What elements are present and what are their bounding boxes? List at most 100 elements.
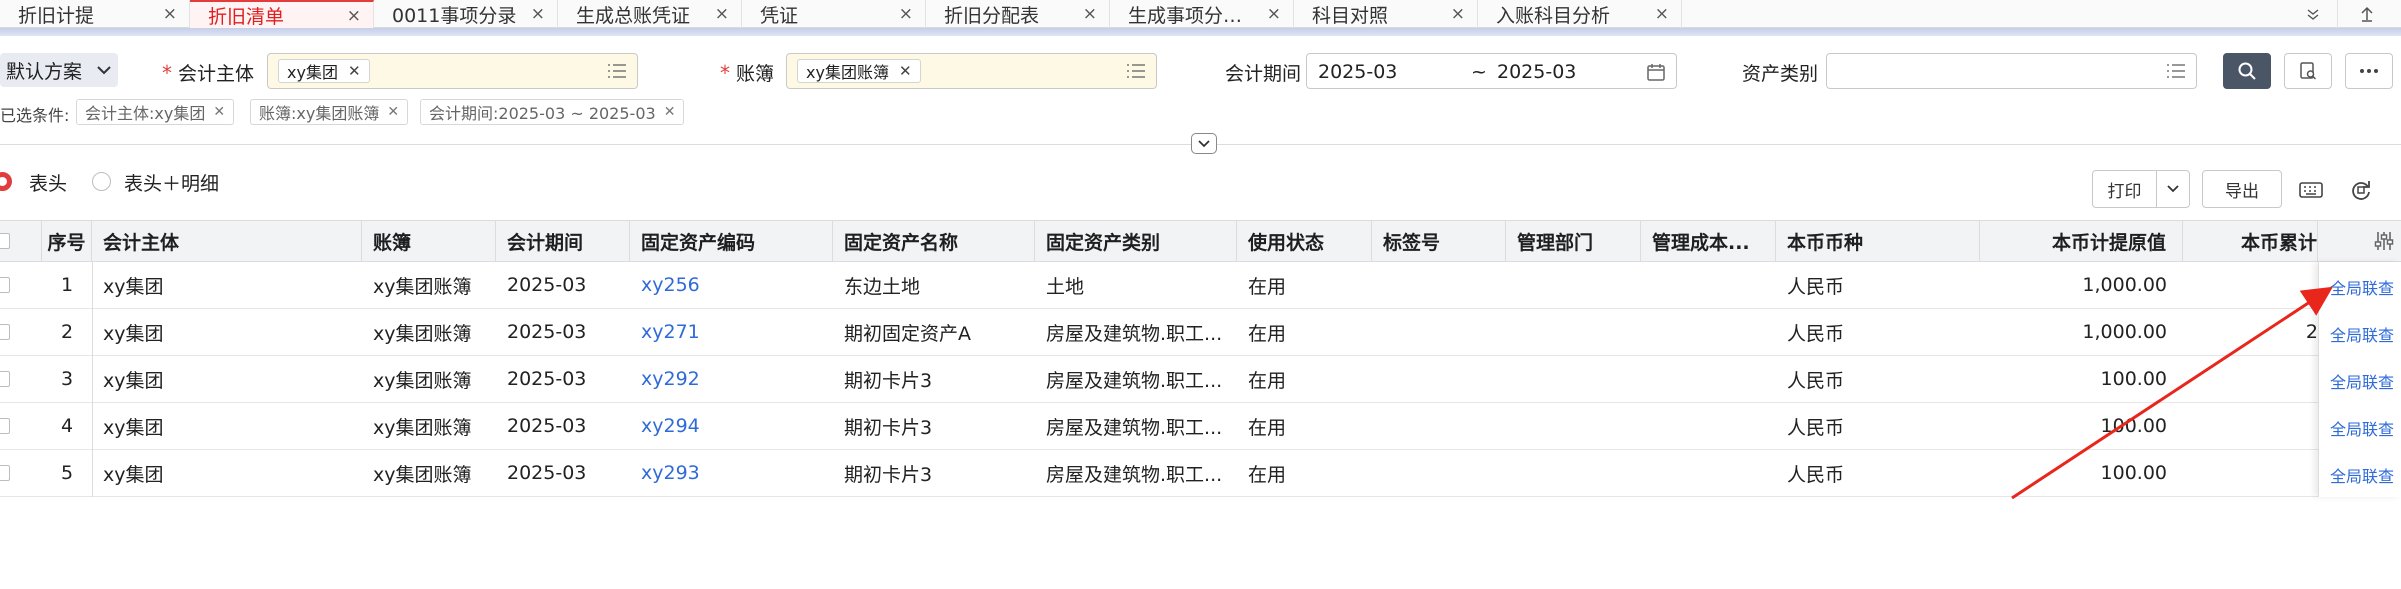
column-header[interactable]: 会计主体 (92, 221, 362, 261)
collapse-up-icon[interactable] (2356, 3, 2378, 25)
entity-chip-text: xy集团 (287, 63, 338, 82)
entity-chip: xy集团 ✕ (278, 59, 370, 83)
close-icon[interactable]: × (1451, 5, 1465, 23)
column-header[interactable]: 会计期间 (496, 221, 630, 261)
table-row[interactable]: 4 xy集团 xy集团账簿 2025-03 xy294 期初卡片3 房屋及建筑物… (0, 403, 2401, 450)
cell-asset-name: 东边土地 (844, 275, 921, 298)
asset-code-link[interactable]: xy294 (630, 403, 833, 449)
tab-generate-ledger-voucher[interactable]: 生成总账凭证 × (558, 0, 742, 28)
column-header[interactable]: 标签号 (1372, 221, 1506, 261)
export-button[interactable]: 导出 (2202, 170, 2282, 208)
global-query-link[interactable]: 全局联查 (2330, 369, 2394, 393)
asset-code-link[interactable]: xy292 (630, 356, 833, 402)
print-button[interactable]: 打印 (2093, 171, 2157, 207)
tab-account-mapping[interactable]: 科目对照 × (1294, 0, 1478, 28)
table-row[interactable]: 1 xy集团 xy集团账簿 2025-03 xy256 东边土地 土地 在用 人… (0, 262, 2401, 309)
period-separator: ~ (1471, 61, 1487, 83)
global-query-link[interactable]: 全局联查 (2330, 416, 2394, 440)
global-query-link[interactable]: 全局联查 (2330, 322, 2394, 346)
row-checkbox[interactable] (0, 277, 10, 293)
keyboard-icon[interactable] (2298, 177, 2324, 203)
remove-condition-icon[interactable]: ✕ (664, 104, 676, 120)
table-row[interactable]: 5 xy集团 xy集团账簿 2025-03 xy293 期初卡片3 房屋及建筑物… (0, 450, 2401, 497)
close-icon[interactable]: × (163, 5, 177, 23)
global-query-link[interactable]: 全局联查 (2330, 463, 2394, 487)
list-icon[interactable] (2166, 63, 2186, 79)
column-header[interactable]: 账簿 (362, 221, 496, 261)
period-from[interactable]: 2025-03 (1318, 61, 1397, 83)
remove-chip-icon[interactable]: ✕ (899, 62, 912, 80)
global-query-link[interactable]: 全局联查 (2330, 275, 2394, 299)
cell-book: xy集团账簿 (373, 369, 472, 392)
tab-depreciation-list[interactable]: 折旧清单 × (190, 0, 374, 28)
row-checkbox[interactable] (0, 324, 10, 340)
more-button[interactable] (2345, 53, 2393, 89)
close-icon[interactable]: × (899, 5, 913, 23)
print-dropdown[interactable] (2157, 171, 2189, 207)
cell-asset-category: 房屋及建筑物.职工... (1046, 322, 1223, 345)
list-icon[interactable] (1126, 63, 1146, 79)
tab-depreciation-accrual[interactable]: 折旧计提 × (0, 0, 190, 28)
tab-label: 折旧计提 (18, 4, 95, 27)
period-to[interactable]: 2025-03 (1497, 61, 1576, 83)
scheme-dropdown[interactable]: 默认方案 (0, 53, 118, 87)
tab-overflow-chevron-icon[interactable] (2302, 3, 2324, 25)
book-field[interactable]: xy集团账簿 ✕ (786, 53, 1157, 89)
cell-seq: 1 (60, 274, 74, 296)
tab-0011-entries[interactable]: 0011事项分录 × (374, 0, 558, 28)
collapse-filters-button[interactable] (1191, 133, 1217, 154)
select-all-checkbox[interactable] (0, 233, 10, 249)
list-icon[interactable] (607, 63, 627, 79)
cell-seq: 3 (60, 368, 74, 390)
period-range-field[interactable]: 2025-03 ~ 2025-03 (1306, 53, 1677, 89)
refresh-icon[interactable] (2348, 177, 2374, 203)
radio-header[interactable] (0, 172, 12, 191)
cell-seq: 5 (60, 462, 74, 484)
close-icon[interactable]: × (531, 5, 545, 23)
column-header[interactable]: 本币计提原值 (1980, 221, 2183, 261)
radio-header-detail[interactable] (92, 172, 111, 191)
search-button[interactable] (2223, 53, 2271, 89)
asset-code-link[interactable]: xy293 (630, 450, 833, 496)
column-header[interactable]: 固定资产类别 (1035, 221, 1237, 261)
column-header[interactable]: 固定资产名称 (833, 221, 1035, 261)
row-checkbox[interactable] (0, 371, 10, 387)
cell-currency: 人民币 (1787, 463, 1845, 486)
table-row[interactable]: 3 xy集团 xy集团账簿 2025-03 xy292 期初卡片3 房屋及建筑物… (0, 356, 2401, 403)
table-row[interactable]: 2 xy集团 xy集团账簿 2025-03 xy271 期初固定资产A 房屋及建… (0, 309, 2401, 356)
row-checkbox[interactable] (0, 465, 10, 481)
asset-code-link[interactable]: xy271 (630, 309, 833, 355)
cell-asset-category: 房屋及建筑物.职工... (1046, 416, 1223, 439)
column-header[interactable]: 使用状态 (1237, 221, 1372, 261)
column-header[interactable]: 本币累计 (2183, 221, 2318, 261)
column-settings-icon[interactable] (2372, 229, 2396, 253)
cell-asset-name: 期初卡片3 (844, 369, 933, 392)
close-icon[interactable]: × (1655, 5, 1669, 23)
close-icon[interactable]: × (347, 7, 361, 25)
remove-condition-icon[interactable]: ✕ (213, 104, 225, 120)
tab-account-analysis[interactable]: 入账科目分析 × (1478, 0, 1682, 28)
cell-book: xy集团账簿 (373, 463, 472, 486)
row-checkbox[interactable] (0, 418, 10, 434)
column-header[interactable]: 序号 (42, 221, 92, 261)
remove-chip-icon[interactable]: ✕ (348, 62, 361, 80)
close-icon[interactable]: × (1267, 5, 1281, 23)
asset-type-field[interactable] (1826, 53, 2197, 89)
cell-asset-category: 房屋及建筑物.职工... (1046, 369, 1223, 392)
search-settings-button[interactable] (2284, 53, 2332, 89)
asset-code-link[interactable]: xy256 (630, 262, 833, 308)
column-header[interactable]: 固定资产编码 (630, 221, 833, 261)
entity-field[interactable]: xy集团 ✕ (267, 53, 638, 89)
calendar-icon[interactable] (1646, 62, 1666, 82)
column-header[interactable]: 管理部门 (1506, 221, 1641, 261)
tab-voucher[interactable]: 凭证 × (742, 0, 926, 28)
remove-condition-icon[interactable]: ✕ (387, 104, 399, 120)
column-header[interactable]: 本币币种 (1776, 221, 1980, 261)
tab-generate-entries[interactable]: 生成事项分录... × (1110, 0, 1294, 28)
close-icon[interactable]: × (715, 5, 729, 23)
close-icon[interactable]: × (1083, 5, 1097, 23)
condition-tag: 会计期间:2025-03 ~ 2025-03 ✕ (420, 99, 685, 125)
tab-depreciation-allocation[interactable]: 折旧分配表 × (926, 0, 1110, 28)
column-header[interactable]: 管理成本... (1641, 221, 1776, 261)
required-icon: * (162, 61, 172, 85)
